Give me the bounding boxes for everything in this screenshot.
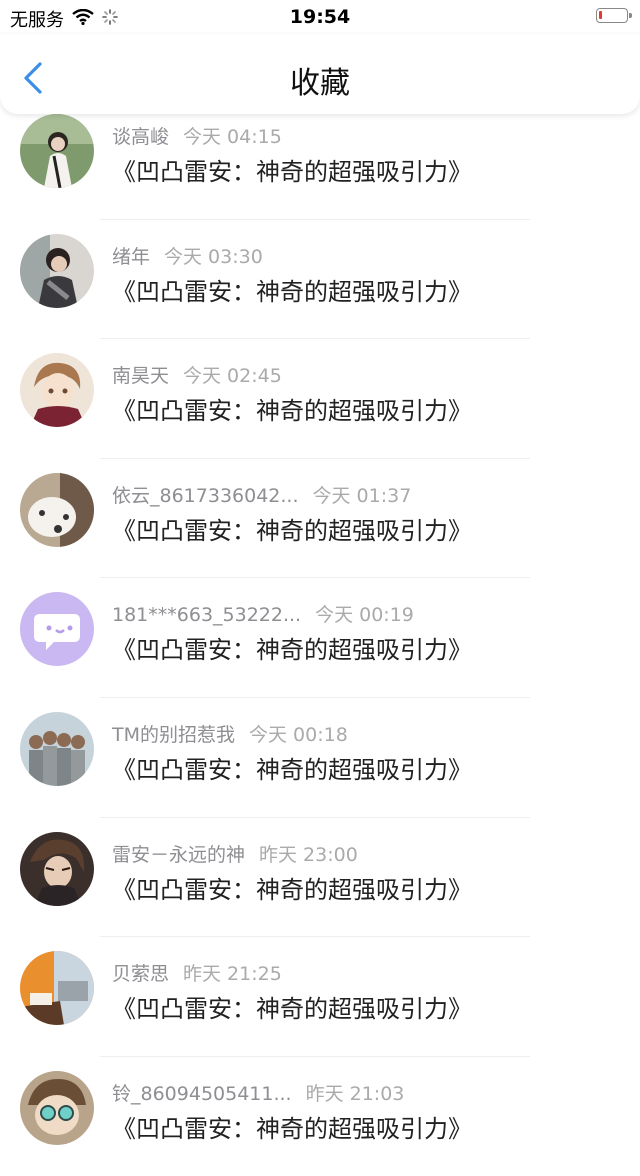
default-avatar[interactable] — [20, 592, 94, 667]
list-item[interactable]: 依云_8617336042... 今天 01:37 《凹凸雷安：神奇的超强吸引力》 — [0, 459, 640, 579]
timestamp: 昨天 21:03 — [305, 1082, 405, 1105]
article-title[interactable]: 《凹凸雷安：神奇的超强吸引力》 — [112, 989, 472, 1024]
list-item[interactable]: 谈高峻 今天 04:15 《凹凸雷安：神奇的超强吸引力》 — [0, 100, 640, 220]
timestamp: 今天 01:37 — [312, 484, 412, 507]
timestamp: 今天 02:45 — [183, 365, 282, 388]
avatar[interactable] — [20, 1070, 94, 1145]
avatar[interactable] — [20, 114, 94, 188]
list-item[interactable]: TM的别招惹我 今天 00:18 《凹凸雷安：神奇的超强吸引力》 — [0, 698, 640, 818]
user-name: 谈高峻 — [112, 126, 170, 148]
avatar[interactable] — [20, 831, 94, 906]
user-name: 绪年 — [112, 245, 151, 268]
avatar[interactable] — [20, 951, 94, 1026]
list-item[interactable]: 贝萦思 昨天 21:25 《凹凸雷安：神奇的超强吸引力》 — [0, 937, 640, 1057]
list-item[interactable]: 181***663_53222... 今天 00:19 《凹凸雷安：神奇的超强吸引… — [0, 578, 640, 698]
list-item[interactable]: 雷安－永远的神 昨天 23:00 《凹凸雷安：神奇的超强吸引力》 — [0, 818, 640, 938]
user-name: 181***663_53222... — [112, 604, 302, 627]
timestamp: 今天 00:19 — [315, 604, 414, 627]
list-item[interactable]: 绪年 今天 03:30 《凹凸雷安：神奇的超强吸引力》 — [0, 220, 640, 340]
avatar[interactable] — [20, 472, 94, 547]
battery-icon — [596, 8, 632, 23]
user-name: 铃_86094505411... — [112, 1082, 292, 1105]
article-title[interactable]: 《凹凸雷安：神奇的超强吸引力》 — [112, 1109, 472, 1144]
article-title[interactable]: 《凹凸雷安：神奇的超强吸引力》 — [112, 272, 472, 307]
favorites-list: 谈高峻 今天 04:15 《凹凸雷安：神奇的超强吸引力》 绪年 今天 03:30 《… — [0, 100, 640, 1176]
article-title[interactable]: 《凹凸雷安：神奇的超强吸引力》 — [112, 870, 472, 905]
user-name: 南昊天 — [112, 365, 170, 388]
user-name: 贝萦思 — [112, 963, 170, 986]
user-name: 依云_8617336042... — [112, 484, 299, 507]
list-item[interactable]: 铃_86094505411... 昨天 21:03 《凹凸雷安：神奇的超强吸引力》 — [0, 1057, 640, 1176]
status-time: 19:54 — [289, 6, 351, 28]
timestamp: 今天 04:15 — [183, 126, 282, 148]
article-title[interactable]: 《凹凸雷安：神奇的超强吸引力》 — [112, 391, 472, 426]
timestamp: 今天 00:18 — [249, 723, 348, 746]
article-title[interactable]: 《凹凸雷安：神奇的超强吸引力》 — [112, 630, 472, 665]
timestamp: 昨天 23:00 — [259, 843, 358, 866]
user-name: 雷安－永远的神 — [112, 843, 246, 866]
article-title[interactable]: 《凹凸雷安：神奇的超强吸引力》 — [112, 511, 472, 546]
avatar[interactable] — [20, 233, 94, 308]
list-item[interactable]: 南昊天 今天 02:45 《凹凸雷安：神奇的超强吸引力》 — [0, 339, 640, 459]
user-name: TM的别招惹我 — [112, 723, 235, 746]
nav-bar: 收藏 — [0, 34, 640, 114]
timestamp: 昨天 21:25 — [183, 963, 282, 986]
article-title[interactable]: 《凹凸雷安：神奇的超强吸引力》 — [112, 750, 472, 785]
avatar[interactable] — [20, 353, 94, 428]
page-title: 收藏 — [290, 66, 350, 101]
avatar[interactable] — [20, 711, 94, 786]
article-title[interactable]: 《凹凸雷安：神奇的超强吸引力》 — [112, 152, 472, 187]
status-bar: 无服务 19:54 — [0, 0, 640, 34]
timestamp: 今天 03:30 — [164, 245, 263, 268]
